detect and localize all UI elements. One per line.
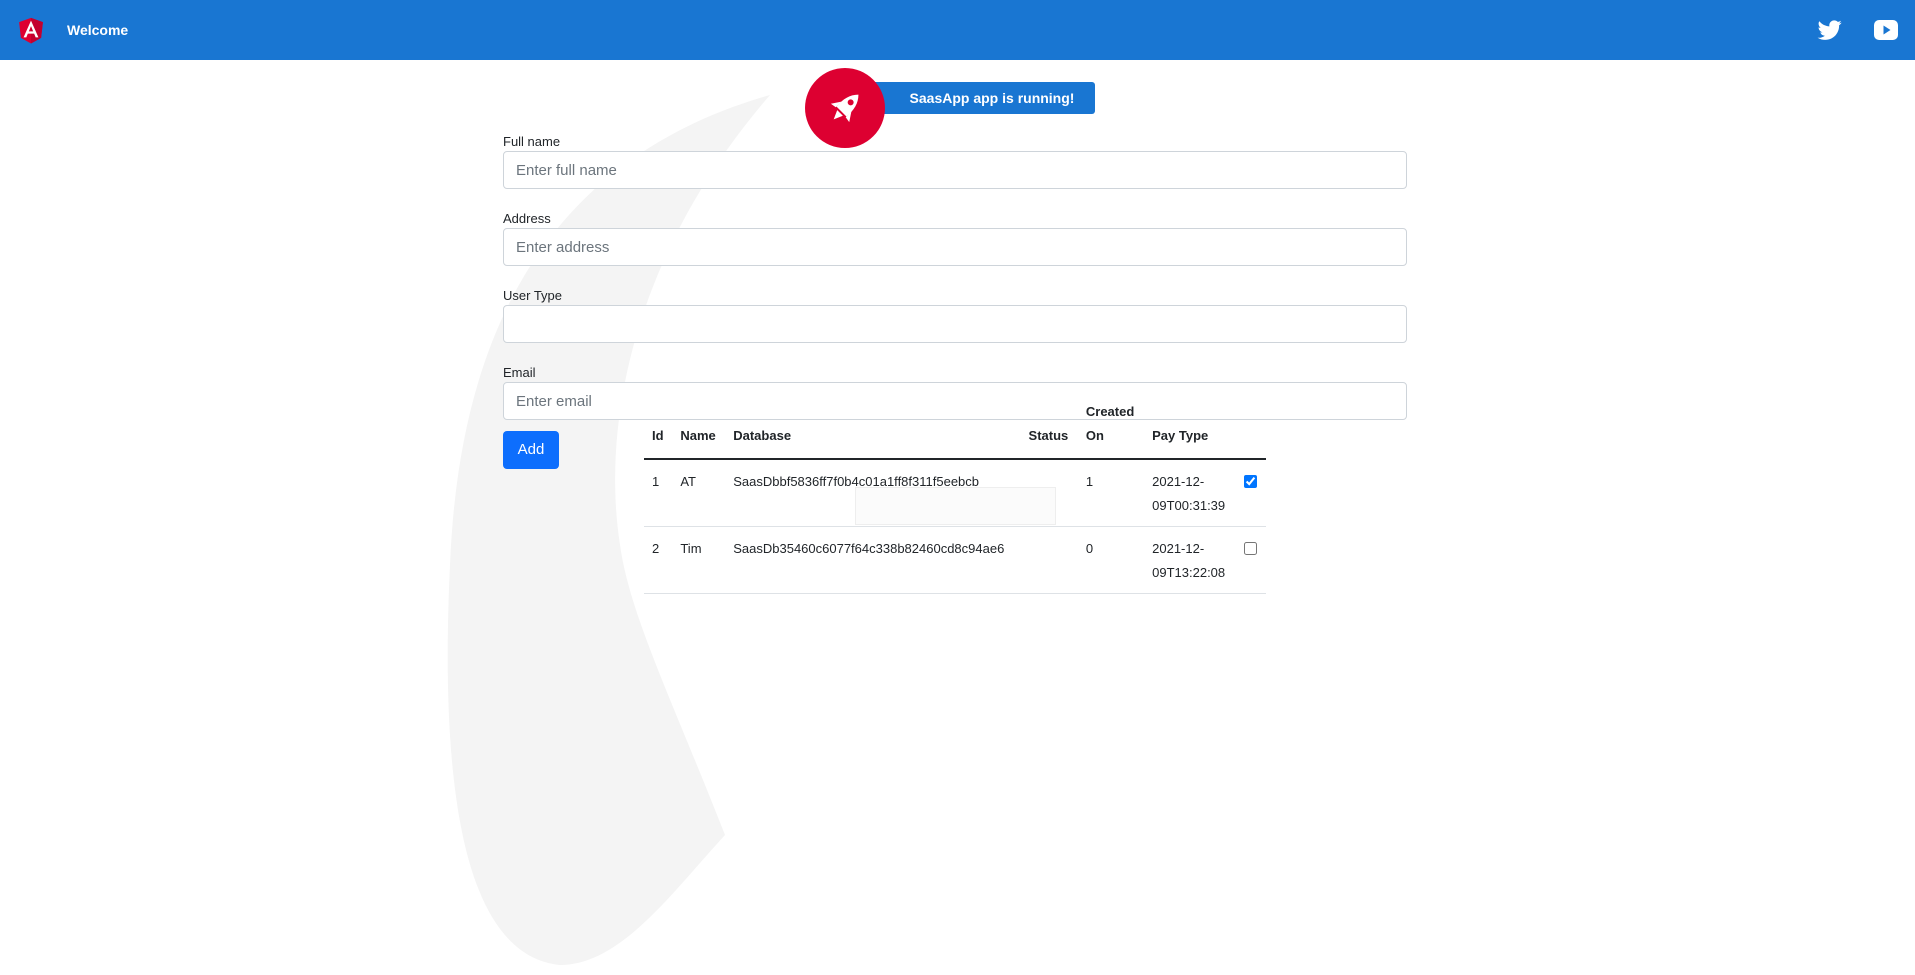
- rocket-badge: [805, 68, 885, 148]
- cell-pay-type: 2021-12- 09T00:31:39: [1144, 459, 1237, 527]
- cell-select: [1236, 459, 1266, 527]
- created-on-header-line1: Created: [1085, 404, 1135, 419]
- pay-type-line2: 09T00:31:39: [1152, 498, 1226, 513]
- col-status-header: Status: [1020, 400, 1078, 460]
- table-row: 2 Tim SaasDb35460c6077f64c338b82460cd8c9…: [644, 526, 1266, 594]
- cell-database: SaasDbbf5836ff7f0b4c01a1ff8f311f5eebcb: [725, 459, 1021, 527]
- col-created-on-header: Created On: [1077, 400, 1145, 460]
- cell-select: [1236, 526, 1266, 594]
- col-name-header: Name: [672, 400, 726, 460]
- cell-status: [1020, 459, 1078, 527]
- cell-name: AT: [672, 459, 726, 527]
- twitter-icon[interactable]: [1817, 18, 1843, 42]
- address-label: Address: [503, 211, 551, 226]
- col-select-header: [1236, 400, 1266, 460]
- angular-logo-icon: [19, 17, 43, 44]
- created-on-header-line2: On: [1085, 428, 1104, 443]
- cell-id: 1: [644, 459, 673, 527]
- address-input[interactable]: [503, 228, 1407, 266]
- row-checkbox[interactable]: [1244, 475, 1258, 488]
- page-title: Welcome: [67, 22, 129, 38]
- top-toolbar: Welcome: [0, 0, 1915, 60]
- email-label: Email: [503, 365, 536, 380]
- cell-database: SaasDb35460c6077f64c338b82460cd8c94ae6: [725, 526, 1021, 594]
- col-id-header: Id: [644, 400, 673, 460]
- col-database-header: Database: [725, 400, 1021, 460]
- row-checkbox[interactable]: [1244, 542, 1258, 555]
- cell-created-on: 1: [1077, 459, 1145, 527]
- cell-status: [1020, 526, 1078, 594]
- pay-type-line2: 09T13:22:08: [1152, 565, 1226, 580]
- running-banner: SaasApp app is running!: [805, 68, 1095, 148]
- cell-pay-type: 2021-12- 09T13:22:08: [1144, 526, 1237, 594]
- table-row: 1 AT SaasDbbf5836ff7f0b4c01a1ff8f311f5ee…: [644, 459, 1266, 527]
- cell-id: 2: [644, 526, 673, 594]
- col-pay-type-header: Pay Type: [1144, 400, 1237, 460]
- youtube-icon[interactable]: [1874, 20, 1898, 40]
- add-button[interactable]: Add: [503, 430, 559, 469]
- table-header-row: Id Name Database Status Created On Pay T…: [644, 400, 1266, 460]
- pay-type-line1: 2021-12-: [1152, 474, 1205, 489]
- rocket-icon: [830, 94, 859, 123]
- user-type-label: User Type: [503, 288, 563, 303]
- user-type-input[interactable]: [503, 305, 1407, 343]
- running-banner-label: SaasApp app is running!: [865, 82, 1095, 114]
- tenants-table: Id Name Database Status Created On Pay T…: [644, 400, 1266, 594]
- cell-created-on: 0: [1077, 526, 1145, 594]
- full-name-input[interactable]: [503, 151, 1407, 189]
- cell-name: Tim: [672, 526, 726, 594]
- pay-type-line1: 2021-12-: [1152, 541, 1205, 556]
